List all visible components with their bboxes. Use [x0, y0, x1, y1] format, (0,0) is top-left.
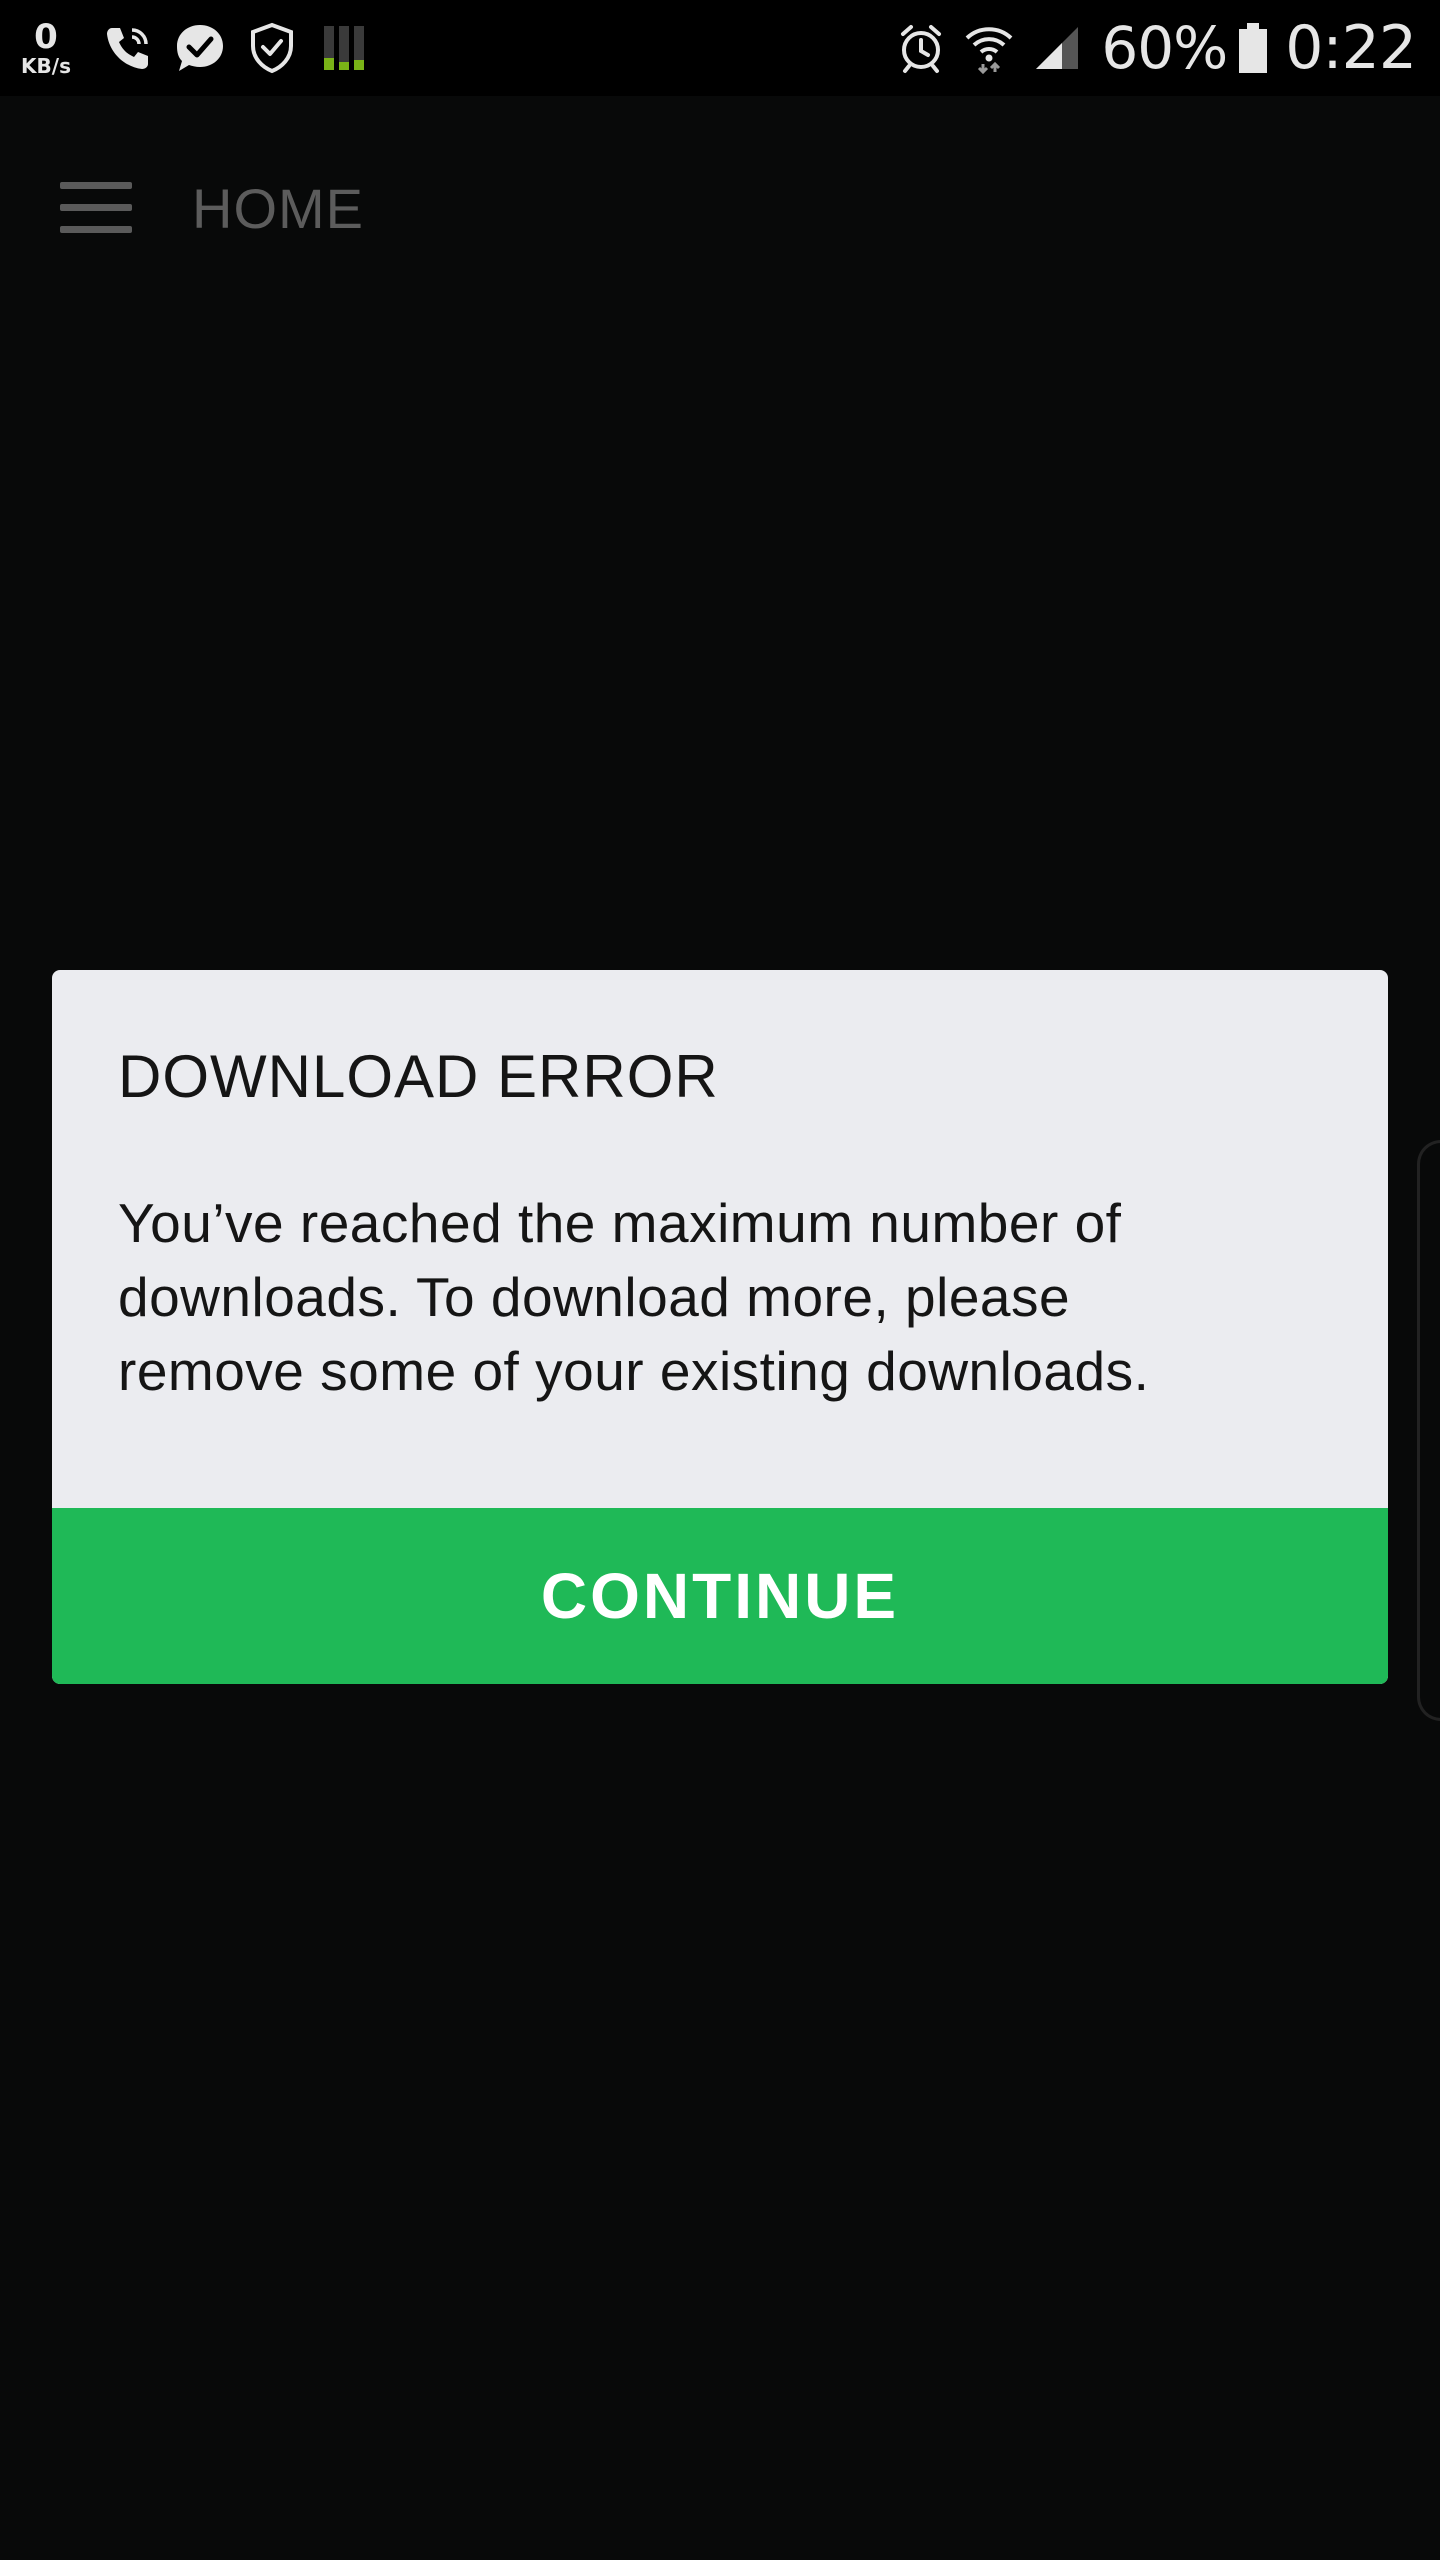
hamburger-menu-icon[interactable] — [60, 182, 132, 234]
network-speed-value: 0 — [34, 17, 58, 57]
shield-check-icon — [244, 20, 300, 76]
status-clock: 0:22 — [1285, 13, 1417, 83]
signal-icon — [1029, 20, 1085, 76]
check-bubble-icon — [172, 20, 228, 76]
app-bar: HOME — [0, 96, 1440, 320]
wifi-icon — [961, 20, 1017, 76]
alarm-icon — [893, 20, 949, 76]
phone-call-icon — [100, 20, 156, 76]
menu-line — [60, 226, 132, 233]
status-bar: 0 KB/s 60% 0:22 — [0, 0, 1440, 96]
network-speed-unit: KB/s — [21, 54, 71, 78]
battery-icon — [1235, 20, 1271, 76]
status-bar-right: 60% 0:22 — [893, 0, 1417, 96]
dialog-message-line: You’ve reached the maximum number of — [118, 1192, 1122, 1254]
continue-button[interactable]: CONTINUE — [52, 1508, 1388, 1684]
menu-line — [60, 182, 132, 189]
dialog-message-line: downloads. To download more, please — [118, 1266, 1071, 1328]
dialog-title: DOWNLOAD ERROR — [118, 1043, 719, 1110]
edge-panel-handle[interactable] — [1417, 1140, 1440, 1721]
battery-percent: 60% — [1101, 14, 1228, 82]
network-speed: 0 KB/s — [16, 20, 76, 76]
menu-line — [60, 204, 132, 211]
page-title: HOME — [192, 177, 364, 240]
status-bar-left: 0 KB/s — [16, 0, 388, 96]
download-error-dialog: DOWNLOAD ERROR You’ve reached the maximu… — [52, 970, 1388, 1684]
dialog-message-line: remove some of your existing downloads. — [118, 1340, 1150, 1402]
dialog-message: You’ve reached the maximum number of dow… — [118, 1186, 1338, 1408]
equalizer-icon — [316, 20, 372, 76]
